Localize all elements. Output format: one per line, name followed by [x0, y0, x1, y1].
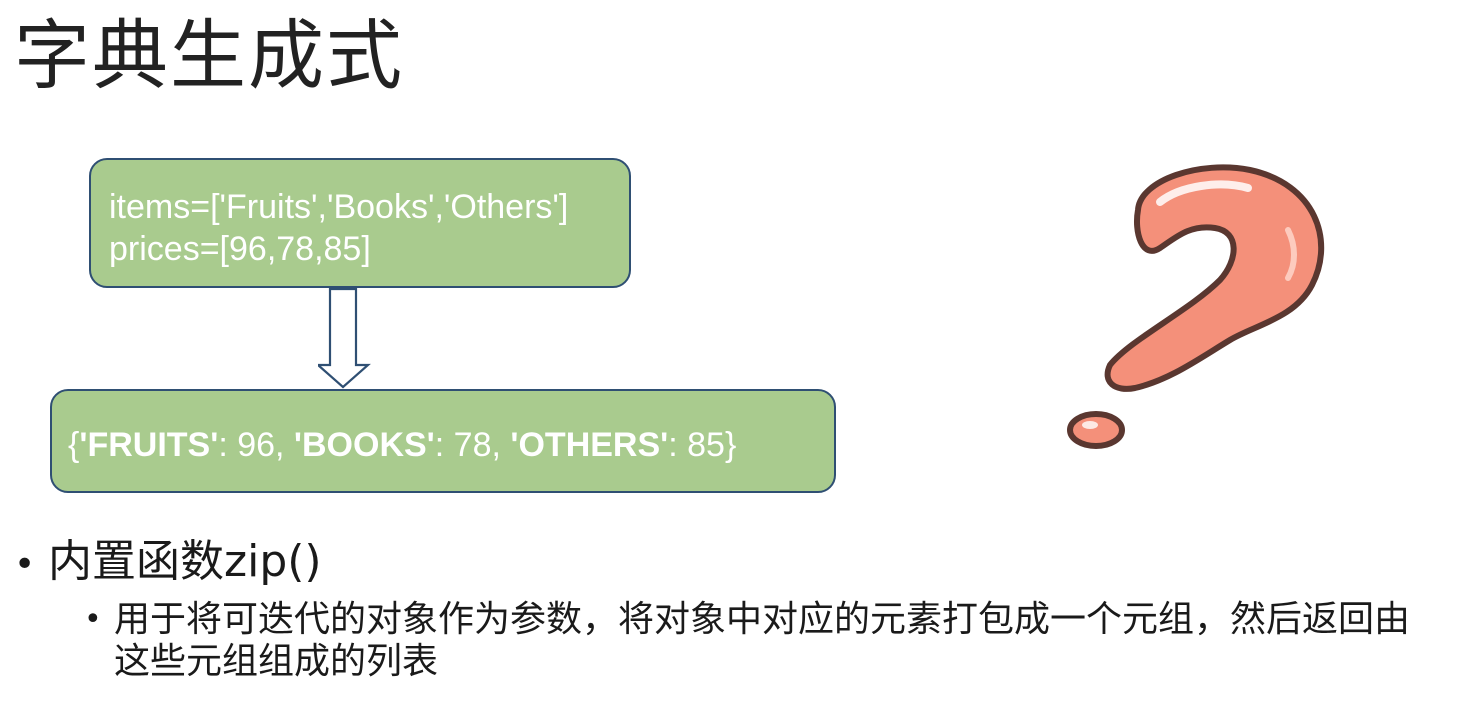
- output-dict-box: {'FRUITS': 96, 'BOOKS': 78, 'OTHERS': 85…: [50, 389, 836, 493]
- sub-bullet-dot-icon: •: [84, 602, 102, 637]
- dict-key-books: 'BOOKS': [293, 426, 435, 464]
- bullet-description-text: 用于将可迭代的对象作为参数，将对象中对应的元素打包成一个元组，然后返回由这些元组…: [114, 599, 1411, 682]
- dict-value-fruits: : 96,: [218, 426, 294, 464]
- dict-key-others: 'OTHERS': [510, 426, 669, 464]
- bullet-item-zip: • 内置函数zip(): [14, 530, 1454, 597]
- slide-title: 字典生成式: [14, 11, 404, 100]
- bullet-dot-icon: •: [14, 544, 36, 585]
- question-mark-icon: [1067, 164, 1325, 449]
- dict-result-line: {'FRUITS': 96, 'BOOKS': 78, 'OTHERS': 85…: [68, 424, 818, 466]
- bullet-zip-text: 内置函数zip(): [48, 536, 322, 587]
- bullet-list: • 内置函数zip() • 用于将可迭代的对象作为参数，将对象中对应的元素打包成…: [14, 530, 1454, 683]
- items-line: items=['Fruits','Books','Others']: [109, 188, 569, 226]
- dict-value-others: : 85: [668, 426, 725, 464]
- input-code-box: items=['Fruits','Books','Others'] prices…: [89, 158, 631, 288]
- prices-line: prices=[96,78,85]: [109, 230, 371, 268]
- dict-close-brace: }: [724, 426, 737, 464]
- dict-open-brace: {: [68, 426, 80, 464]
- dict-value-books: : 78,: [434, 426, 511, 464]
- down-arrow-icon: [318, 287, 371, 389]
- bullet-subitem-description: • 用于将可迭代的对象作为参数，将对象中对应的元素打包成一个元组，然后返回由这些…: [84, 599, 1454, 683]
- dict-key-fruits: 'FRUITS': [79, 426, 219, 464]
